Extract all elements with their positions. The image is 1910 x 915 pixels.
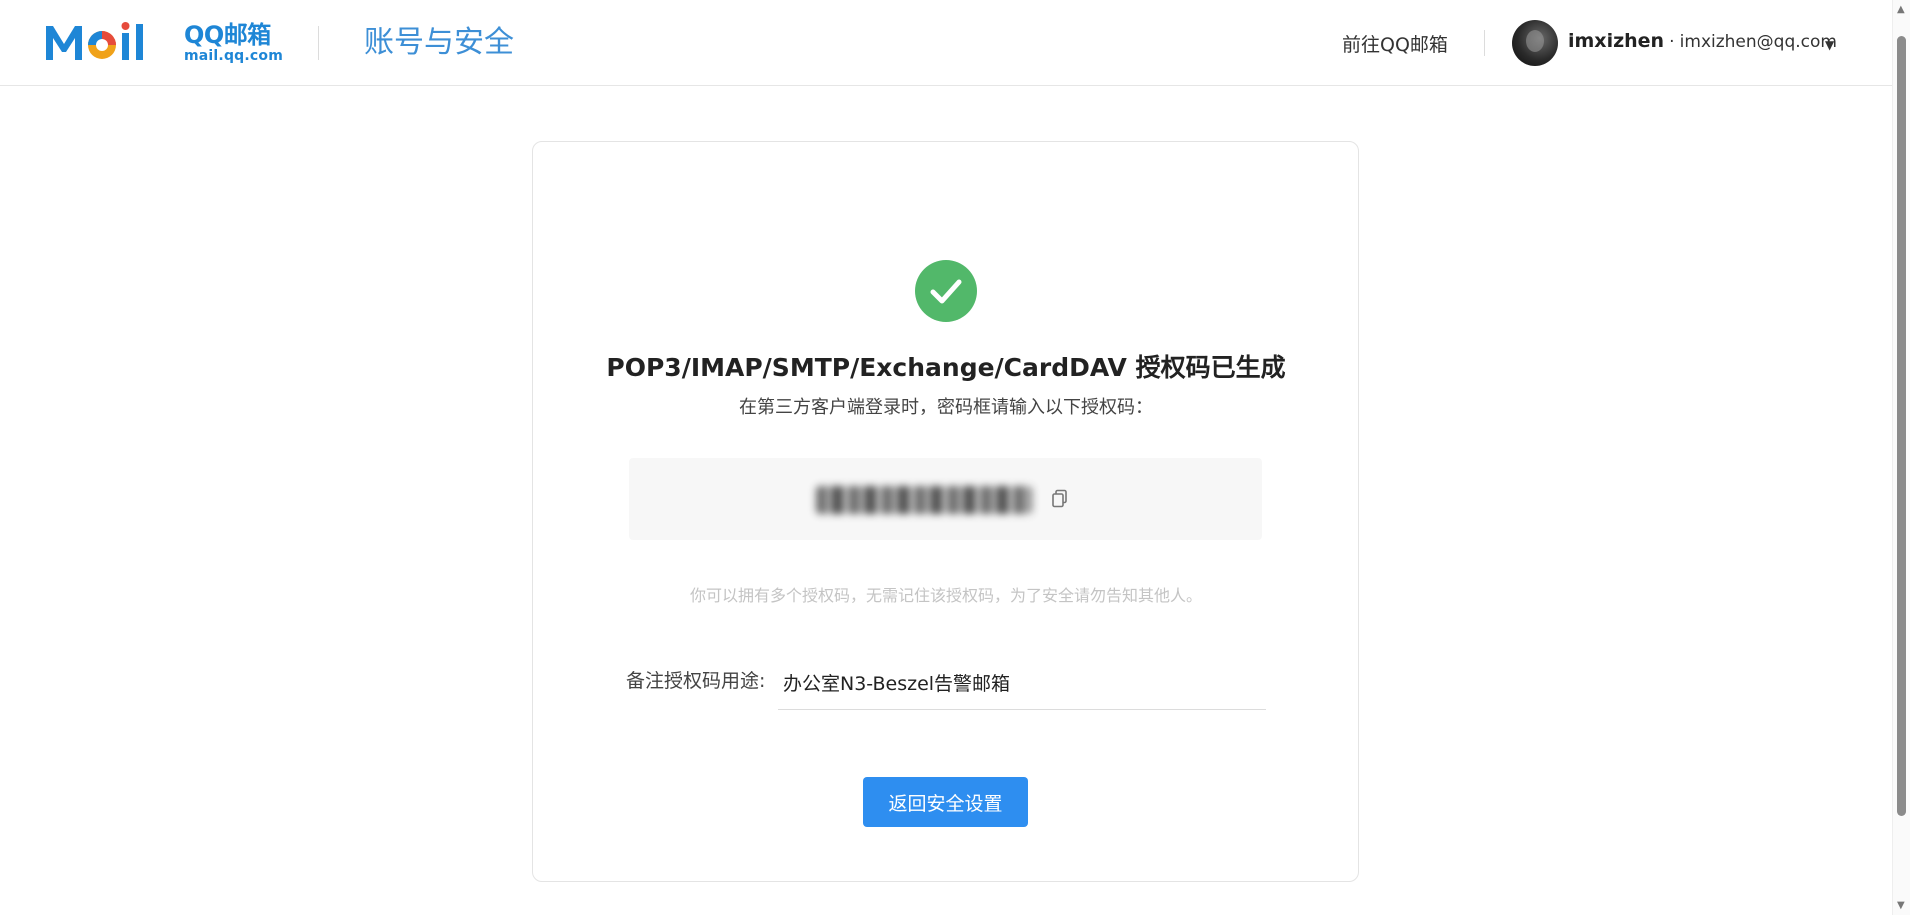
user-email: imxizhen@qq.com	[1679, 32, 1837, 52]
header-divider	[318, 26, 319, 60]
user-separator: ·	[1669, 32, 1675, 52]
back-to-security-settings-button[interactable]: 返回安全设置	[863, 777, 1028, 827]
scroll-down-arrow-icon[interactable]: ▼	[1897, 900, 1905, 911]
note-label: 备注授权码用途:	[626, 670, 766, 692]
avatar[interactable]	[1512, 20, 1558, 66]
mail-logo-mark-icon	[46, 22, 143, 60]
note-input[interactable]	[778, 656, 1266, 710]
page: QQ邮箱 mail.qq.com 账号与安全 前往QQ邮箱 imxizhen ·…	[0, 0, 1910, 915]
result-title: POP3/IMAP/SMTP/Exchange/CardDAV 授权码已生成	[606, 353, 1286, 382]
logo-title: QQ邮箱	[184, 21, 271, 49]
result-subtitle: 在第三方客户端登录时，密码框请输入以下授权码：	[739, 397, 1153, 418]
scrollbar-thumb[interactable]	[1897, 36, 1906, 816]
check-circle-icon	[915, 260, 977, 322]
security-hint: 你可以拥有多个授权码，无需记住该授权码，为了安全请勿告知其他人。	[689, 586, 1202, 605]
logo-subtitle: mail.qq.com	[184, 48, 284, 64]
section-title: 账号与安全	[364, 25, 514, 60]
goto-qq-mail-link[interactable]: 前往QQ邮箱	[1342, 30, 1448, 57]
user-account[interactable]: imxizhen · imxizhen@qq.com	[1568, 30, 1837, 52]
header-divider-right	[1484, 30, 1485, 56]
scrollbar[interactable]: ▲ ▼	[1892, 0, 1910, 915]
top-header: QQ邮箱 mail.qq.com 账号与安全 前往QQ邮箱 imxizhen ·…	[0, 0, 1892, 86]
caret-down-icon[interactable]: ▼	[1825, 38, 1834, 52]
user-name: imxizhen	[1568, 30, 1665, 52]
scroll-up-arrow-icon[interactable]: ▲	[1897, 4, 1905, 15]
copy-icon[interactable]	[1051, 489, 1069, 509]
auth-code-value-blurred[interactable]	[816, 486, 1032, 514]
qq-mail-logo[interactable]: QQ邮箱 mail.qq.com	[44, 20, 283, 66]
